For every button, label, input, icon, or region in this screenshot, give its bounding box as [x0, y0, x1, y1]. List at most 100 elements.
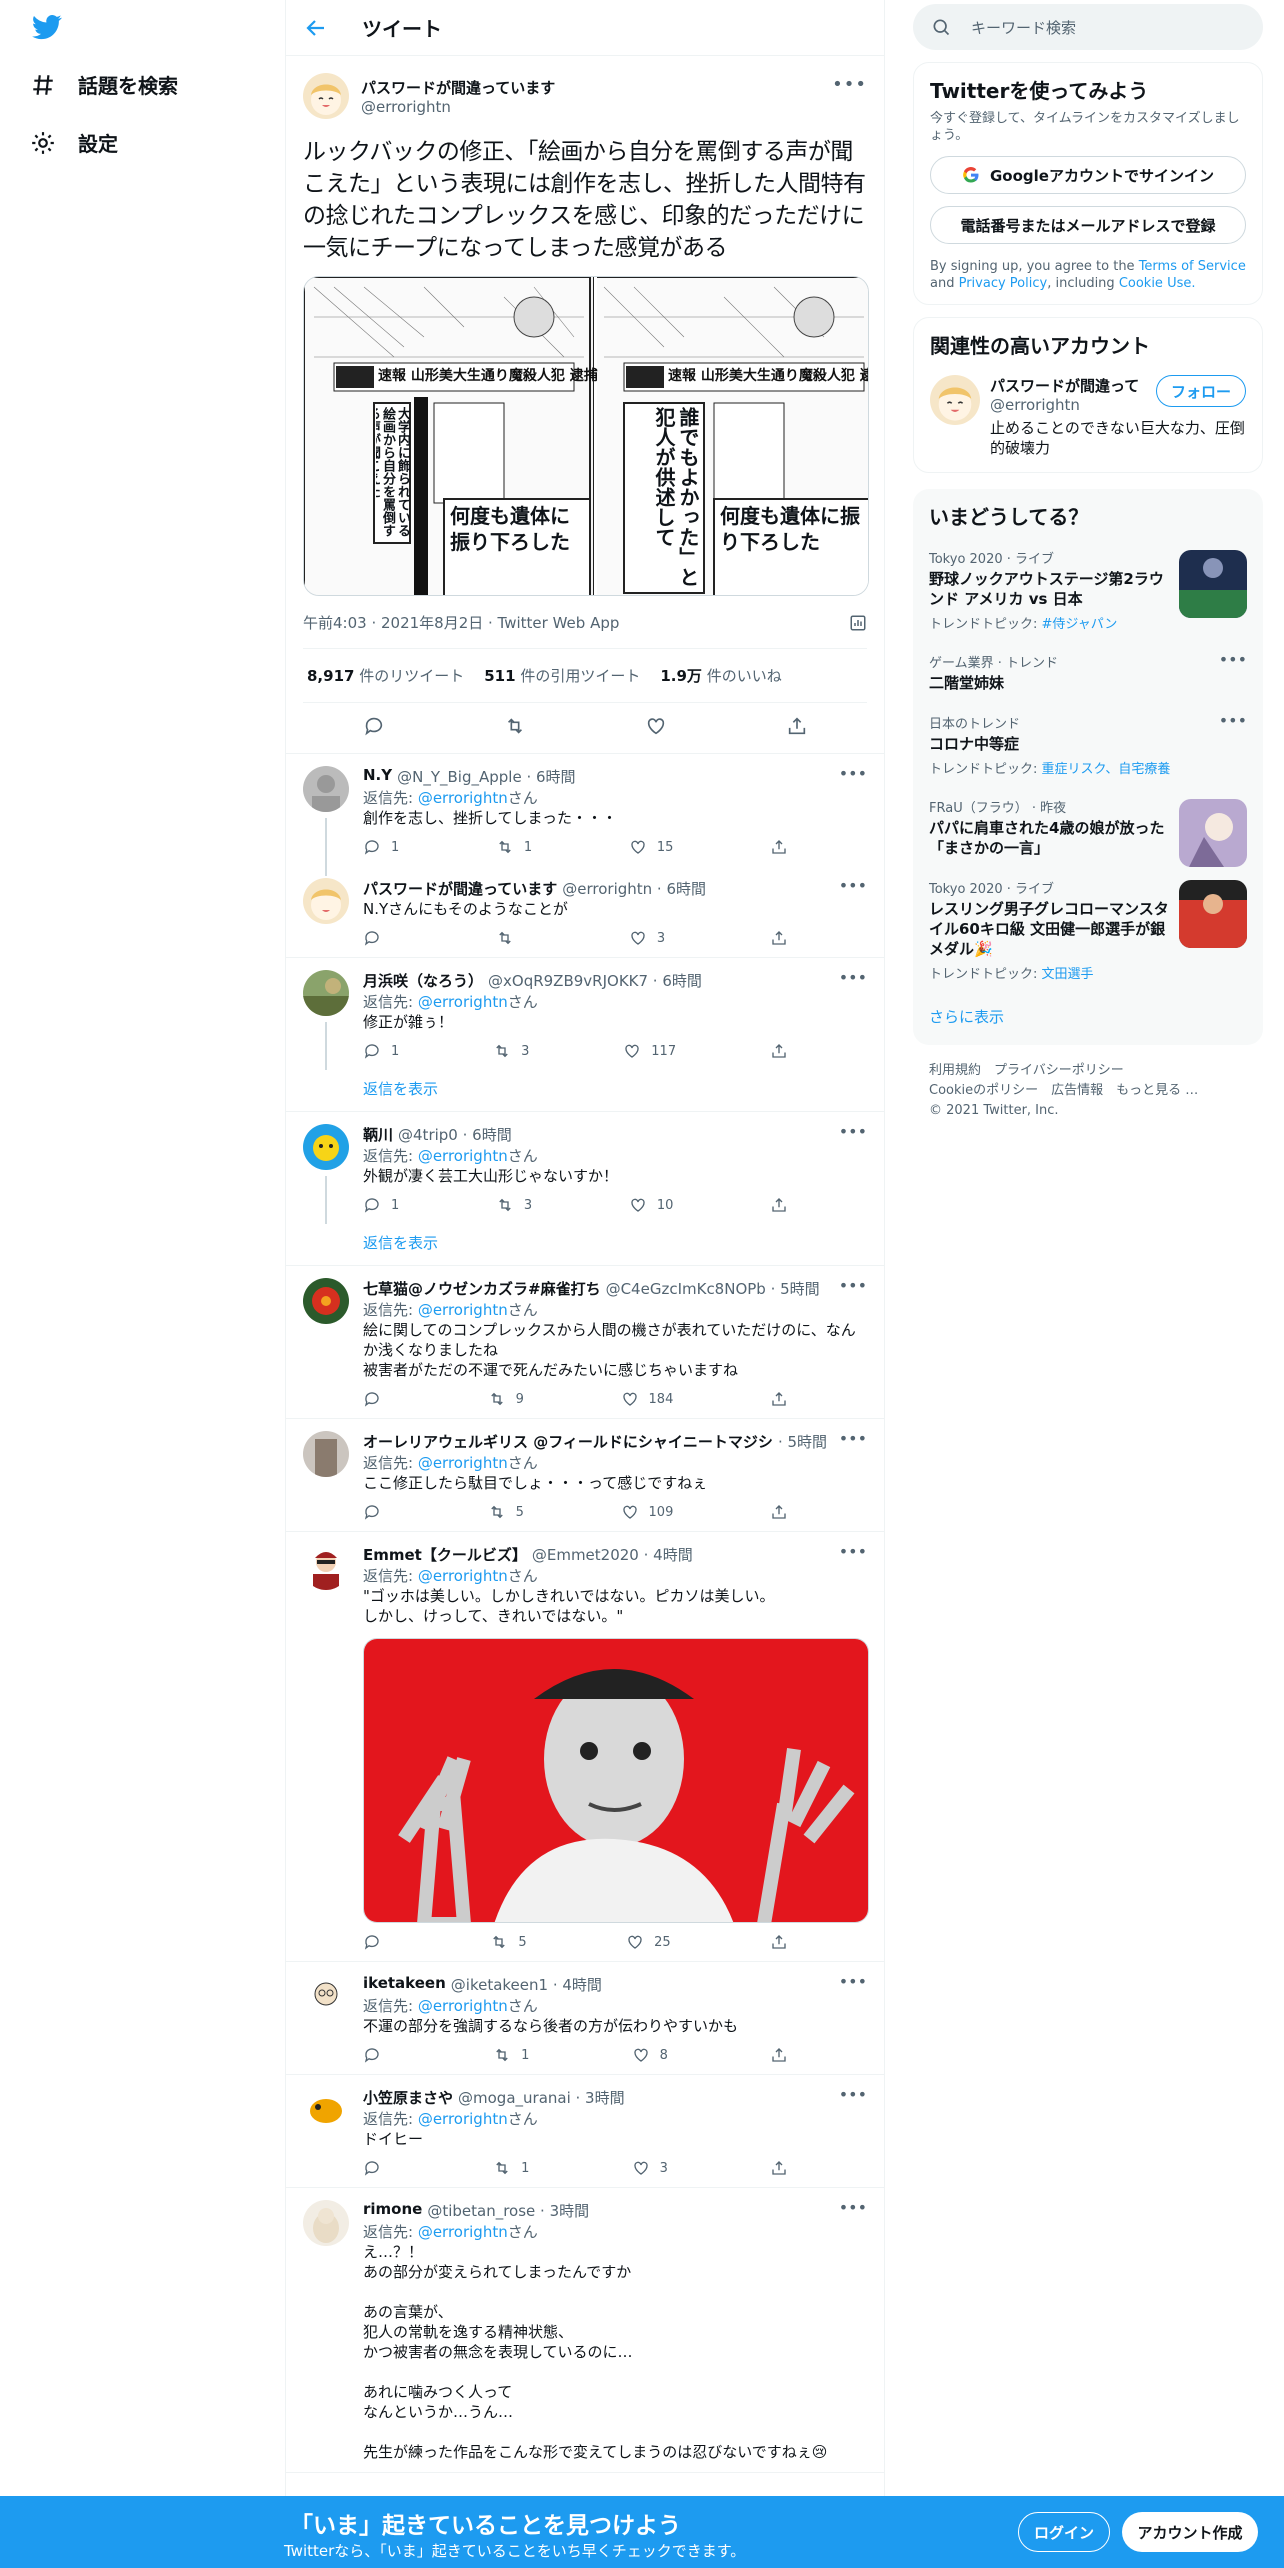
reply-to-link[interactable]: @errorightn — [418, 2110, 508, 2128]
reply-author-handle[interactable]: @4trip0 · 6時間 — [398, 1124, 512, 1145]
reply-to-link[interactable]: @errorightn — [418, 1997, 508, 2015]
reply-author-name[interactable]: オーレリアウェルギリス @フィールドにシャイニートマジシ — [363, 1431, 773, 1452]
phone-signup-button[interactable]: 電話番号またはメールアドレスで登録 — [930, 206, 1246, 244]
more-icon[interactable]: ••• — [839, 876, 867, 895]
reply-tweet[interactable]: パスワードが間違っています @errorightn · 6時間 ••• N.Yさんにも… — [286, 866, 884, 958]
reply-author-name[interactable]: rimone — [363, 2200, 422, 2221]
reply-media[interactable] — [363, 1638, 869, 1923]
reply-to-link[interactable]: @errorightn — [418, 993, 508, 1011]
avatar[interactable] — [303, 1431, 349, 1477]
like-icon[interactable]: 184 — [621, 1390, 673, 1408]
terms-link[interactable]: Terms of Service — [1139, 259, 1246, 274]
retweet-stat[interactable]: 8,917 件のリツイート — [307, 665, 464, 686]
share-icon[interactable] — [770, 2046, 788, 2064]
privacy-link[interactable]: Privacy Policy — [959, 276, 1048, 291]
show-replies-link[interactable]: 返信を表示 — [286, 1070, 884, 1112]
avatar[interactable] — [303, 878, 349, 924]
retweet-icon[interactable]: 1 — [496, 838, 532, 856]
retweet-icon[interactable]: 5 — [488, 1503, 524, 1521]
reply-tweet[interactable]: N.Y @N_Y_Big_Apple · 6時間 ••• 返信先: @errorigh… — [286, 754, 884, 866]
reply-icon[interactable]: 1 — [363, 1196, 399, 1214]
tweet-time[interactable]: 午前4:03 · 2021年8月2日 · Twitter Web App — [303, 614, 619, 632]
like-stat[interactable]: 1.9万 件のいいね — [660, 665, 781, 686]
avatar[interactable] — [303, 73, 349, 119]
more-icon[interactable]: ••• — [839, 1542, 867, 1561]
share-icon[interactable] — [770, 2159, 788, 2177]
retweet-icon[interactable] — [496, 929, 524, 947]
avatar[interactable] — [303, 766, 349, 812]
share-icon[interactable] — [770, 1390, 788, 1408]
search-box[interactable]: キーワード検索 — [913, 4, 1263, 50]
twitter-logo-icon[interactable] — [30, 12, 64, 42]
retweet-icon[interactable]: 3 — [493, 1042, 529, 1060]
retweet-icon[interactable]: 5 — [490, 1933, 527, 1951]
reply-icon[interactable]: 1 — [363, 838, 399, 856]
show-more-link[interactable]: さらに表示 — [913, 992, 1263, 1045]
reply-icon[interactable] — [363, 929, 391, 947]
google-signin-button[interactable]: Googleアカウントでサインイン — [930, 156, 1246, 194]
reply-author-handle[interactable]: · 5時間 — [778, 1431, 827, 1452]
trend-item[interactable]: 日本のトレンド コロナ中等症 トレンドトピック: 重症リスク、自宅療養 ••• — [913, 703, 1263, 787]
trend-item[interactable]: Tokyo 2020 · ライブ レスリング男子グレコローマンスタイル60キロ級… — [913, 868, 1263, 992]
footer-links-1[interactable]: 利用規約 プライバシーポリシー — [929, 1061, 1247, 1081]
tweet-media[interactable]: 速報 山形美大生通り魔殺人犯 逮捕 速報 山形美大生通り魔殺人犯 逮捕 大学内に… — [303, 276, 869, 596]
avatar[interactable] — [303, 1974, 349, 2020]
reply-author-name[interactable]: パスワードが間違っています — [363, 878, 557, 899]
trend-item[interactable]: FRaU（フラウ） · 昨夜 パパに肩車された4歳の娘が放った「まさかの一言」 — [913, 787, 1263, 868]
retweet-icon[interactable]: 3 — [496, 1196, 532, 1214]
avatar[interactable] — [303, 2200, 349, 2246]
reply-author-handle[interactable]: @iketakeen1 · 4時間 — [451, 1974, 602, 1995]
reply-author-handle[interactable]: @xOqR9ZB9vRJOKK7 · 6時間 — [488, 970, 702, 991]
analytics-icon[interactable] — [849, 614, 867, 632]
avatar[interactable] — [303, 2087, 349, 2133]
like-icon[interactable]: 8 — [632, 2046, 668, 2064]
related-account[interactable]: パスワードが間違って @errorightn 止めることのできない巨大な力、圧倒… — [930, 375, 1246, 458]
reply-tweet[interactable]: 七草猫@ノウゼンカズラ#麻雀打ち @C4eGzcImKc8NOPb · 5時間 ••… — [286, 1266, 884, 1419]
reply-tweet[interactable]: 鞆川 @4trip0 · 6時間 ••• 返信先: @errorightnさん 外観が凄… — [286, 1112, 884, 1224]
share-icon[interactable] — [786, 715, 808, 737]
like-icon[interactable]: 3 — [632, 2159, 668, 2177]
retweet-icon[interactable] — [504, 715, 526, 737]
reply-tweet[interactable]: iketakeen @iketakeen1 · 4時間 ••• 返信先: @error… — [286, 1962, 884, 2075]
reply-author-name[interactable]: 月浜咲（なろう） — [363, 970, 483, 991]
trend-item[interactable]: Tokyo 2020 · ライブ 野球ノックアウトステージ第2ラウンド アメリカ… — [913, 538, 1263, 642]
reply-author-handle[interactable]: @C4eGzcImKc8NOPb · 5時間 — [606, 1278, 820, 1299]
share-icon[interactable] — [770, 929, 788, 947]
footer-links-2[interactable]: Cookieのポリシー 広告情報 もっと見る … — [929, 1081, 1247, 1101]
more-icon[interactable]: ••• — [839, 2085, 867, 2104]
reply-tweet[interactable]: 月浜咲（なろう） @xOqR9ZB9vRJOKK7 · 6時間 ••• 返信先: @e… — [286, 958, 884, 1070]
avatar[interactable] — [303, 970, 349, 1016]
like-icon[interactable] — [645, 715, 667, 737]
retweet-icon[interactable]: 9 — [488, 1390, 524, 1408]
reply-to-link[interactable]: @errorightn — [418, 1454, 508, 1472]
reply-author-handle[interactable]: @tibetan_rose · 3時間 — [427, 2200, 589, 2221]
like-icon[interactable]: 3 — [629, 929, 665, 947]
retweet-icon[interactable]: 1 — [493, 2159, 529, 2177]
like-icon[interactable]: 15 — [629, 838, 673, 856]
share-icon[interactable] — [770, 1042, 788, 1060]
reply-to-link[interactable]: @errorightn — [418, 1147, 508, 1165]
avatar[interactable] — [303, 1124, 349, 1170]
reply-author-handle[interactable]: @Emmet2020 · 4時間 — [532, 1544, 693, 1565]
author-handle[interactable]: @errorightn — [361, 98, 555, 116]
nav-settings[interactable]: 設定 — [30, 128, 118, 157]
reply-icon[interactable] — [363, 1390, 391, 1408]
more-icon[interactable]: ••• — [839, 1122, 867, 1141]
reply-author-name[interactable]: 小笠原まさや — [363, 2087, 453, 2108]
reply-icon[interactable] — [363, 2159, 391, 2177]
reply-tweet[interactable]: オーレリアウェルギリス @フィールドにシャイニートマジシ · 5時間 ••• 返信先:… — [286, 1419, 884, 1532]
more-icon[interactable]: ••• — [839, 764, 867, 783]
trend-topic-link[interactable]: #侍ジャパン — [1042, 617, 1118, 632]
more-icon[interactable]: ••• — [832, 74, 867, 95]
reply-author-name[interactable]: N.Y — [363, 766, 392, 787]
reply-to-link[interactable]: @errorightn — [418, 1301, 508, 1319]
reply-to-link[interactable]: @errorightn — [418, 789, 508, 807]
like-icon[interactable]: 10 — [629, 1196, 673, 1214]
reply-author-handle[interactable]: @N_Y_Big_Apple · 6時間 — [397, 766, 575, 787]
avatar[interactable] — [303, 1278, 349, 1324]
related-name[interactable]: パスワードが間違って — [990, 375, 1140, 396]
reply-author-name[interactable]: 鞆川 — [363, 1124, 393, 1145]
show-replies-link[interactable]: 返信を表示 — [286, 1224, 884, 1266]
follow-button[interactable]: フォロー — [1155, 375, 1246, 407]
share-icon[interactable] — [770, 1196, 788, 1214]
